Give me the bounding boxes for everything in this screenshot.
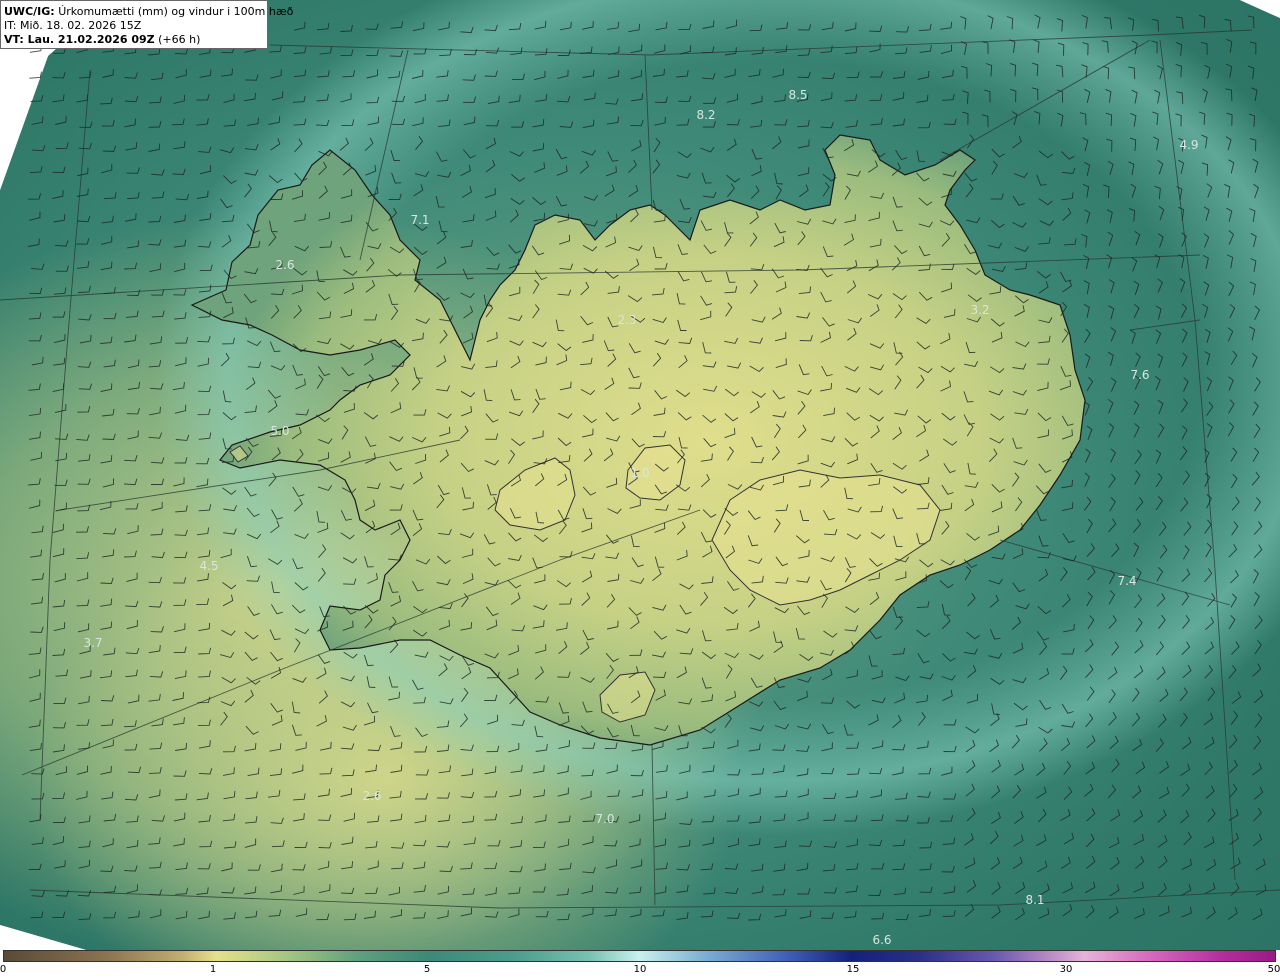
colorbar-tick-label: 10 bbox=[633, 964, 647, 975]
valid-time: VT: Lau. 21.02.2026 09Z bbox=[4, 33, 155, 46]
title-line: UWC/IG: Úrkomumætti (mm) og vindur i 100… bbox=[4, 5, 293, 19]
colorbar-tick-label: 1 bbox=[209, 964, 217, 975]
initial-time: IT: Mið. 18. 02. 2026 15Z bbox=[4, 19, 142, 32]
map-canvas bbox=[0, 0, 1280, 950]
colorbar: 0 1 5 10 15 30 50 bbox=[0, 950, 1280, 978]
title-box: UWC/IG: Úrkomumætti (mm) og vindur i 100… bbox=[0, 0, 293, 49]
colorbar-tick-label: 15 bbox=[846, 964, 860, 975]
colorbar-tick-label: 50 bbox=[1267, 964, 1280, 975]
colorbar-strip bbox=[3, 950, 1276, 962]
forecast-map: 8.5 8.2 4.9 7.1 2.6 2.3 3.2 7.6 5.0 1.0 4.5 7.4 3.7 2… bbox=[0, 0, 1280, 950]
forecast-offset: (+66 h) bbox=[158, 33, 201, 46]
colorbar-tick-label: 30 bbox=[1059, 964, 1073, 975]
product-description: Úrkomumætti (mm) og vindur i 100m hæð bbox=[58, 5, 294, 18]
colorbar-tick-label: 5 bbox=[423, 964, 431, 975]
model-code: UWC/IG: bbox=[4, 5, 55, 18]
colorbar-tick-label: 0 bbox=[0, 964, 7, 975]
valid-time-line: VT: Lau. 21.02.2026 09Z (+66 h) bbox=[4, 33, 264, 47]
